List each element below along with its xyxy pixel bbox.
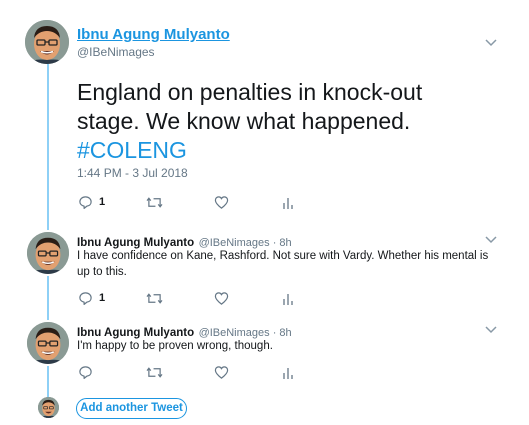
heart-icon xyxy=(214,195,229,209)
thread-line-2 xyxy=(47,276,49,320)
tweet-timestamp[interactable]: 1:44 PM - 3 Jul 2018 xyxy=(77,166,188,180)
reply-actions: 1 xyxy=(78,290,298,306)
retweet-button[interactable] xyxy=(146,364,163,380)
author-name[interactable]: Ibnu Agung Mulyanto xyxy=(77,26,230,43)
reply-text: I have confidence on Kane, Rashford. Not… xyxy=(77,248,517,280)
tweet-text-line2: stage. We know what happened. xyxy=(77,108,411,134)
reply-text: I'm happy to be proven wrong, though. xyxy=(77,338,517,354)
reply-icon xyxy=(79,291,92,305)
reply-button[interactable] xyxy=(78,364,93,380)
reply-text-line2: up to this. xyxy=(77,266,127,278)
thread-line-3 xyxy=(47,366,49,398)
analytics-button[interactable] xyxy=(282,364,294,380)
chevron-down-icon[interactable] xyxy=(484,38,498,48)
reply-count: 1 xyxy=(99,196,106,208)
reply-icon xyxy=(79,365,92,379)
retweet-icon xyxy=(146,196,163,208)
retweet-button[interactable] xyxy=(146,194,163,210)
retweet-icon xyxy=(146,366,163,378)
analytics-icon xyxy=(283,368,293,379)
tweet-text: England on penalties in knock-out stage.… xyxy=(77,78,497,165)
avatar[interactable] xyxy=(27,232,69,274)
avatar[interactable] xyxy=(27,322,69,364)
like-button[interactable] xyxy=(214,194,229,210)
analytics-icon xyxy=(283,294,293,305)
tweet-text-line1: England on penalties in knock-out xyxy=(77,79,423,105)
analytics-icon xyxy=(283,198,293,209)
reply-actions xyxy=(78,364,298,380)
analytics-button[interactable] xyxy=(282,290,294,306)
reply-text-line1: I have confidence on Kane, Rashford. Not… xyxy=(77,250,489,262)
chevron-down-icon[interactable] xyxy=(484,325,498,335)
author-handle[interactable]: @IBeNimages xyxy=(77,45,155,59)
avatar xyxy=(38,397,59,418)
like-button[interactable] xyxy=(214,290,229,306)
avatar[interactable] xyxy=(25,20,69,64)
reply-button[interactable]: 1 xyxy=(78,290,105,306)
heart-icon xyxy=(214,291,229,305)
thread-line-1 xyxy=(47,62,49,230)
reply-text-line1: I'm happy to be proven wrong, though. xyxy=(77,340,273,352)
chevron-down-icon[interactable] xyxy=(484,235,498,245)
retweet-button[interactable] xyxy=(146,290,163,306)
retweet-icon xyxy=(146,292,163,304)
like-button[interactable] xyxy=(214,364,229,380)
add-another-tweet-button[interactable]: Add another Tweet xyxy=(76,398,187,419)
heart-icon xyxy=(214,365,229,379)
tweet-actions: 1 xyxy=(78,194,298,210)
analytics-button[interactable] xyxy=(282,194,294,210)
reply-icon xyxy=(79,195,92,209)
hashtag-link[interactable]: #COLENG xyxy=(77,137,187,163)
reply-count: 1 xyxy=(99,292,106,304)
reply-button[interactable]: 1 xyxy=(78,194,105,210)
